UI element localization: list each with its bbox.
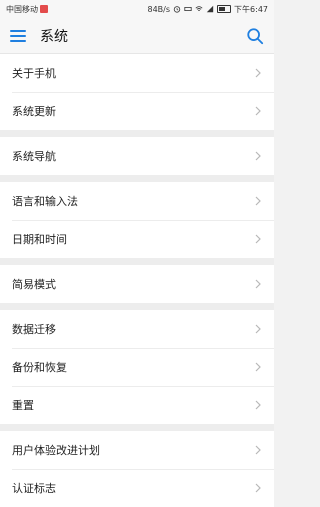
- settings-item-data-migration[interactable]: 数据迁移: [0, 310, 274, 348]
- page-title: 系统: [40, 28, 68, 45]
- settings-group-navigation: 系统导航: [0, 137, 274, 175]
- settings-item-about-phone[interactable]: 关于手机: [0, 54, 274, 92]
- chevron-right-icon: [255, 324, 261, 334]
- chevron-right-icon: [255, 151, 261, 161]
- settings-group-about: 关于手机 系统更新: [0, 54, 274, 130]
- signal-icon: [206, 5, 214, 13]
- settings-item-label: 关于手机: [12, 67, 56, 80]
- wifi-icon: [195, 6, 203, 11]
- settings-item-label: 简易模式: [12, 278, 56, 291]
- status-right: 84B/s 下午6:47: [148, 4, 269, 15]
- settings-item-label: 日期和时间: [12, 233, 67, 246]
- settings-item-label: 系统更新: [12, 105, 56, 118]
- chevron-right-icon: [255, 362, 261, 372]
- group-divider: [0, 175, 274, 182]
- settings-item-reset[interactable]: 重置: [0, 386, 274, 424]
- settings-group-data: 数据迁移 备份和恢复 重置: [0, 310, 274, 424]
- chevron-right-icon: [255, 279, 261, 289]
- settings-item-label: 用户体验改进计划: [12, 444, 100, 457]
- mute-icon: [184, 7, 192, 11]
- chevron-right-icon: [255, 196, 261, 206]
- menu-icon[interactable]: [10, 29, 26, 42]
- settings-item-simple-mode[interactable]: 简易模式: [0, 265, 274, 303]
- settings-group-language: 语言和输入法 日期和时间: [0, 182, 274, 258]
- search-icon[interactable]: [246, 27, 264, 45]
- settings-item-backup-restore[interactable]: 备份和恢复: [0, 348, 274, 386]
- group-divider: [0, 258, 274, 265]
- settings-item-system-navigation[interactable]: 系统导航: [0, 137, 274, 175]
- carrier-name: 中国移动: [6, 4, 38, 14]
- settings-item-label: 系统导航: [12, 150, 56, 163]
- settings-item-label: 语言和输入法: [12, 195, 78, 208]
- status-left: 中国移动: [6, 4, 48, 15]
- chevron-right-icon: [255, 483, 261, 493]
- battery-icon: [217, 5, 232, 13]
- settings-group-experience: 用户体验改进计划 认证标志: [0, 431, 274, 507]
- settings-item-user-experience[interactable]: 用户体验改进计划: [0, 431, 274, 469]
- settings-group-simple-mode: 简易模式: [0, 265, 274, 303]
- settings-item-label: 备份和恢复: [12, 361, 67, 374]
- chevron-right-icon: [255, 234, 261, 244]
- settings-item-language-input[interactable]: 语言和输入法: [0, 182, 274, 220]
- clock: 下午6:47: [234, 4, 268, 14]
- chevron-right-icon: [255, 445, 261, 455]
- app-bar: 系统: [0, 18, 274, 54]
- notification-icon: [40, 5, 48, 13]
- settings-item-system-update[interactable]: 系统更新: [0, 92, 274, 130]
- settings-item-certification[interactable]: 认证标志: [0, 469, 274, 507]
- network-speed: 84B/s: [147, 4, 171, 14]
- settings-item-label: 数据迁移: [12, 323, 56, 336]
- settings-list: 关于手机 系统更新 系统导航 语言和输入法 日期和时间 简易模式 数据迁移 备份…: [0, 54, 274, 507]
- chevron-right-icon: [255, 68, 261, 78]
- settings-item-label: 重置: [12, 399, 34, 412]
- chevron-right-icon: [255, 400, 261, 410]
- group-divider: [0, 424, 274, 431]
- chevron-right-icon: [255, 106, 261, 116]
- group-divider: [0, 130, 274, 137]
- settings-item-label: 认证标志: [12, 482, 56, 495]
- settings-item-date-time[interactable]: 日期和时间: [0, 220, 274, 258]
- status-bar: 中国移动 84B/s 下午6:47: [0, 0, 274, 18]
- group-divider: [0, 303, 274, 310]
- alarm-icon: [173, 6, 181, 13]
